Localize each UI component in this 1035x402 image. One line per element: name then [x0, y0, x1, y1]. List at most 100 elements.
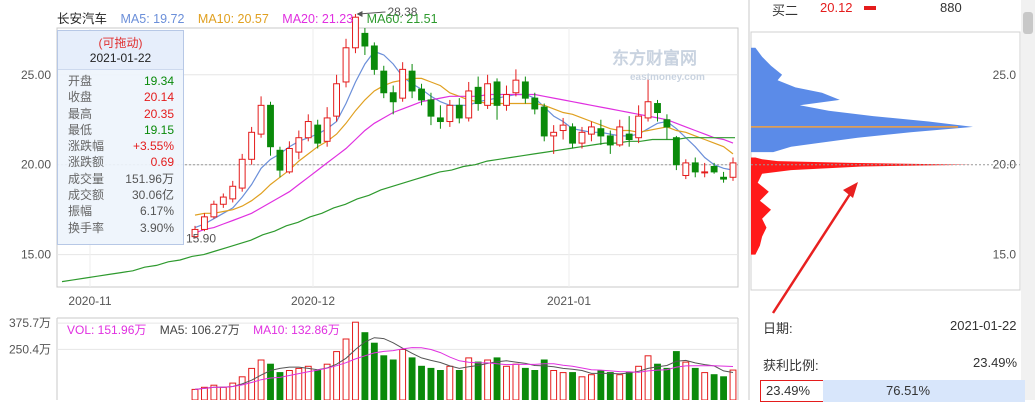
volume-bar: [314, 370, 322, 400]
candle-body: [323, 117, 331, 142]
vol-legend-ma10: MA10: 132.86万: [253, 323, 340, 337]
info-row-value: 0.69: [150, 155, 174, 170]
volume-bar: [248, 367, 256, 400]
volume-legend: VOL: 151.96万 MA5: 106.27万 MA10: 132.86万: [67, 321, 350, 338]
candle-body: [503, 94, 510, 106]
info-row-value: 19.34: [143, 74, 174, 88]
volume-bar: [521, 367, 529, 400]
info-row-label: 成交量: [68, 171, 105, 186]
watermark-text: 东方财富网: [612, 49, 697, 68]
candle-body: [644, 101, 652, 119]
x-tick-label: 2020-12: [291, 294, 335, 308]
candle-body: [380, 70, 388, 94]
candle-body: [248, 131, 256, 160]
candle-body: [229, 185, 237, 200]
volume-bar: [644, 355, 652, 400]
tooltip-info-box[interactable]: (可拖动) 2021-01-22 开盘 19.34 收盘 20.14 最高 20.35 最低…: [57, 30, 184, 245]
info-row: 振幅 6.17%: [58, 203, 183, 219]
candle-body: [550, 131, 558, 137]
candle-body: [616, 126, 624, 146]
ma-line-ma10: [194, 77, 734, 216]
candle-body: [408, 70, 416, 92]
candle-body: [238, 158, 246, 189]
volume-bar: [380, 355, 388, 400]
volume-bar: [691, 367, 699, 400]
candle-body: [672, 137, 680, 166]
profit-date-label: 日期:: [763, 321, 793, 336]
info-row-label: 最低: [68, 122, 93, 137]
volume-bar: [710, 374, 718, 400]
legend-ma20: MA20: 21.23: [282, 12, 354, 26]
y-tick-label: 20.00: [21, 158, 51, 172]
info-row: 开盘 19.34: [58, 73, 183, 89]
volume-bar: [597, 370, 605, 400]
candle-body: [465, 90, 473, 119]
profit-bar-left-text: 23.49%: [766, 383, 811, 398]
volume-bar: [512, 363, 520, 400]
candle-body: [663, 119, 671, 128]
volume-bar: [606, 372, 614, 400]
legend-ma10: MA10: 20.57: [197, 12, 269, 26]
volume-bar: [342, 338, 350, 400]
candle-body: [210, 203, 218, 218]
candle-body: [521, 81, 529, 99]
info-row-value: +3.55%: [132, 139, 174, 154]
legend-ma5: MA5: 19.72: [120, 12, 185, 26]
profit-ratio-label: 获利比例:: [763, 358, 819, 373]
candle-body: [531, 97, 539, 110]
watermark-logo: 东方财富网 eastmoney.com: [612, 44, 705, 83]
info-row-value: 151.96万: [125, 171, 174, 186]
candle-body: [559, 124, 567, 132]
candle-body: [219, 196, 227, 205]
volume-bar: [427, 367, 435, 400]
x-tick-label: 2021-01: [547, 294, 591, 308]
y-tick-label: 15.00: [21, 248, 51, 262]
legend-ma60: MA60: 21.51: [366, 12, 438, 26]
volume-bar: [389, 359, 397, 400]
ma-legend: 长安汽车 MA5: 19.72 MA10: 20.57 MA20: 21.23 …: [57, 8, 448, 26]
candle-body: [361, 32, 369, 47]
volume-bar: [399, 349, 407, 400]
candle-body: [455, 104, 463, 119]
volume-bar: [465, 357, 473, 400]
volume-bar: [446, 365, 454, 400]
candle-body: [436, 117, 444, 123]
info-row-label: 振幅: [68, 204, 93, 219]
info-row: 成交量 151.96万: [58, 171, 183, 187]
volume-bar: [191, 388, 199, 400]
candle-body: [606, 135, 614, 146]
info-row-label: 涨跌额: [68, 155, 105, 170]
drag-hint: (可拖动): [98, 36, 143, 50]
info-row-label: 最高: [68, 106, 93, 121]
volume-bar: [616, 374, 624, 400]
candle-body: [342, 47, 350, 83]
candle-body: [654, 103, 661, 114]
candle-body: [691, 162, 699, 173]
info-row-label: 收盘: [68, 90, 93, 105]
info-box-header[interactable]: (可拖动) 2021-01-22: [58, 31, 183, 70]
candle-body: [635, 115, 643, 139]
orderbook-label: 买二: [772, 3, 799, 18]
volume-bar: [484, 359, 492, 400]
orderbook-price: 20.12: [820, 0, 853, 15]
candle-body: [493, 81, 501, 106]
volume-bar: [569, 372, 576, 400]
volume-y-tick-label: 375.7万: [9, 316, 51, 330]
volume-bar: [455, 370, 463, 400]
volume-ma5-line: [194, 337, 734, 390]
profit-bar-right-text: 76.51%: [886, 383, 931, 398]
volume-bar: [578, 376, 586, 400]
candle-body: [484, 83, 492, 106]
candle-body: [399, 68, 407, 99]
info-row: 涨跌额 0.69: [58, 154, 183, 170]
x-tick-label: 2020-11: [68, 294, 111, 308]
info-row: 收盘 20.14: [58, 89, 183, 105]
candle-body: [276, 149, 284, 171]
info-row-value: 19.15: [143, 122, 174, 137]
candle-body: [446, 104, 454, 123]
candle-body: [304, 121, 312, 139]
candle-body: [285, 148, 293, 173]
candle-body: [720, 176, 727, 180]
candle-body: [257, 104, 265, 135]
candle-body: [682, 162, 690, 176]
